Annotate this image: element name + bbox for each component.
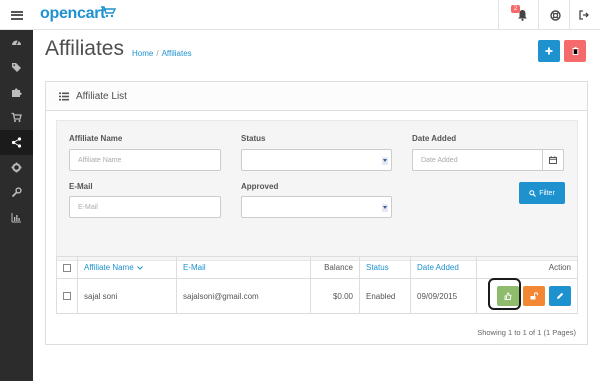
approved-select[interactable] <box>241 196 392 218</box>
affiliate-table: Affiliate Name E-Mail Balance Status Dat… <box>56 256 578 314</box>
sidebar-item-reports[interactable] <box>0 205 33 230</box>
wrench-icon <box>11 187 22 198</box>
affiliate-actions-cell <box>477 279 577 313</box>
sort-by-email-link[interactable]: E-Mail <box>183 263 206 272</box>
header-name-cell: Affiliate Name <box>78 257 177 278</box>
sidebar <box>0 30 33 381</box>
header-checkbox-cell <box>57 257 78 278</box>
breadcrumb-separator: / <box>156 49 159 58</box>
sort-by-status-link[interactable]: Status <box>366 263 389 272</box>
affiliate-email-cell: sajalsoni@gmail.com <box>177 279 311 313</box>
sort-by-name-link[interactable]: Affiliate Name <box>84 263 134 272</box>
sidebar-item-marketing[interactable] <box>0 130 33 155</box>
approve-button[interactable] <box>497 286 519 306</box>
pagination-info: Showing 1 to 1 of 1 (1 Pages) <box>477 328 576 337</box>
status-label: Status <box>241 134 266 143</box>
share-icon <box>11 137 22 148</box>
bar-chart-icon <box>11 213 21 223</box>
affiliate-balance-cell: $0.00 <box>311 279 360 313</box>
panel-heading: Affiliate List <box>46 82 587 111</box>
puzzle-icon <box>12 88 22 97</box>
cart-icon <box>101 6 116 18</box>
plus-icon <box>545 47 553 55</box>
add-new-button[interactable] <box>538 40 560 62</box>
table-header: Affiliate Name E-Mail Balance Status Dat… <box>57 257 577 279</box>
menu-icon <box>10 10 23 20</box>
affiliate-name-input[interactable]: Affiliate Name <box>69 149 221 171</box>
panel-title: Affiliate List <box>76 90 127 102</box>
caret-down-icon <box>136 265 143 270</box>
row-checkbox-cell <box>57 279 78 313</box>
sidebar-item-extensions[interactable] <box>0 80 33 105</box>
sidebar-item-sales[interactable] <box>0 105 33 130</box>
unlock-icon <box>530 292 538 300</box>
calendar-icon <box>549 156 557 164</box>
affiliate-name-label: Affiliate Name <box>69 134 123 143</box>
status-select[interactable] <box>241 149 392 171</box>
calendar-button[interactable] <box>542 149 564 171</box>
logout-button[interactable] <box>569 0 600 30</box>
life-ring-icon <box>549 9 561 21</box>
shopping-cart-icon <box>11 112 22 122</box>
header-action-cell: Action <box>477 257 577 278</box>
header-divider <box>498 0 499 30</box>
sidebar-item-system[interactable] <box>0 155 33 180</box>
delete-button[interactable] <box>564 40 586 62</box>
filter-button-label: Filter <box>539 189 555 197</box>
chevron-down-icon <box>382 204 388 212</box>
table-row: sajal soni sajalsoni@gmail.com $0.00 Ena… <box>57 279 577 313</box>
logo[interactable]: opencart <box>40 5 105 23</box>
breadcrumb: Home / Affiliates <box>132 49 192 58</box>
sort-by-date-link[interactable]: Date Added <box>417 263 459 272</box>
balance-header: Balance <box>324 263 353 272</box>
filter-box: Affiliate Name Affiliate Name Status Dat… <box>56 120 578 261</box>
unlock-button[interactable] <box>523 286 545 306</box>
menu-toggle-button[interactable] <box>0 0 33 30</box>
email-input[interactable]: E-Mail <box>69 196 221 218</box>
header-email-cell: E-Mail <box>177 257 311 278</box>
affiliate-list-panel: Affiliate List Affiliate Name Affiliate … <box>45 81 588 345</box>
tag-icon <box>12 63 21 72</box>
notification-badge: 2 <box>511 5 520 13</box>
list-icon <box>59 92 69 100</box>
top-header: opencart 2 <box>0 0 600 30</box>
select-all-checkbox[interactable] <box>63 263 71 272</box>
header-balance-cell: Balance <box>311 257 360 278</box>
sidebar-item-catalog[interactable] <box>0 55 33 80</box>
thumbs-up-icon <box>504 292 512 300</box>
chevron-down-icon <box>382 157 388 165</box>
help-button[interactable] <box>539 0 571 30</box>
date-added-label: Date Added <box>412 134 457 143</box>
dashboard-icon <box>12 40 21 45</box>
edit-button[interactable] <box>549 286 571 306</box>
pencil-icon <box>557 292 564 299</box>
header-date-cell: Date Added <box>411 257 477 278</box>
page-title: Affiliates <box>45 37 124 60</box>
approved-label: Approved <box>241 182 279 191</box>
sidebar-item-tools[interactable] <box>0 180 33 205</box>
action-header: Action <box>548 263 571 272</box>
breadcrumb-home[interactable]: Home <box>132 49 153 58</box>
header-status-cell: Status <box>360 257 411 278</box>
sign-out-icon <box>579 10 589 20</box>
breadcrumb-affiliates[interactable]: Affiliates <box>162 49 192 58</box>
cog-icon <box>11 162 22 173</box>
sidebar-item-dashboard[interactable] <box>0 30 33 55</box>
row-checkbox[interactable] <box>63 292 71 300</box>
email-label: E-Mail <box>69 182 93 191</box>
trash-icon <box>572 47 578 55</box>
affiliate-date-cell: 09/09/2015 <box>411 279 477 313</box>
date-added-input[interactable]: Date Added <box>412 149 543 171</box>
filter-button[interactable]: Filter <box>519 182 565 204</box>
affiliate-name-cell: sajal soni <box>78 279 177 313</box>
filter-icon <box>529 189 537 197</box>
affiliate-status-cell: Enabled <box>360 279 411 313</box>
